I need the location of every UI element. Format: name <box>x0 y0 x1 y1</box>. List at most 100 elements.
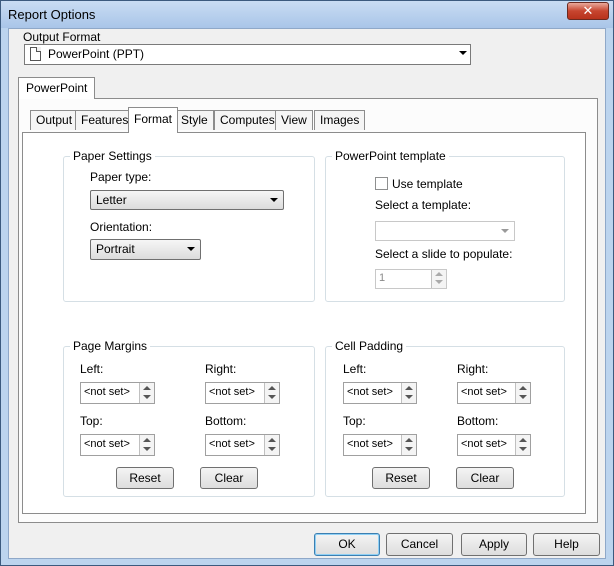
margin-right-value: <not set> <box>209 386 255 398</box>
margin-right-spin-buttons[interactable] <box>264 383 279 403</box>
powerpoint-template-title: PowerPoint template <box>332 149 449 163</box>
close-button[interactable]: ✕ <box>567 2 609 20</box>
padding-left-value: <not set> <box>347 386 393 398</box>
margin-bottom-spin-buttons[interactable] <box>264 435 279 455</box>
tab-computes[interactable]: Computes <box>214 110 281 130</box>
margin-right-stepper[interactable]: <not set> <box>205 382 280 404</box>
cell-padding-title: Cell Padding <box>332 339 407 353</box>
padding-bottom-value: <not set> <box>461 438 507 450</box>
arrow-up-icon <box>143 438 151 442</box>
arrow-up-icon <box>435 272 443 276</box>
orientation-label: Orientation: <box>90 220 153 234</box>
title-bar[interactable]: Report Options ✕ <box>1 1 613 28</box>
paper-type-select[interactable]: Letter <box>90 190 284 210</box>
arrow-down-icon <box>519 447 527 451</box>
close-icon: ✕ <box>582 3 594 18</box>
chevron-down-icon <box>270 198 278 202</box>
margin-bottom-stepper[interactable]: <not set> <box>205 434 280 456</box>
tab-view-label: View <box>281 113 307 127</box>
margin-top-label: Top: <box>80 414 103 428</box>
window-title: Report Options <box>8 7 96 22</box>
paper-type-value: Letter <box>96 193 127 207</box>
arrow-up-icon <box>519 438 527 442</box>
padding-right-spin-buttons[interactable] <box>515 383 530 403</box>
padding-left-spin-buttons[interactable] <box>401 383 416 403</box>
paper-settings-title: Paper Settings <box>70 149 155 163</box>
margins-reset-button[interactable]: Reset <box>116 467 174 489</box>
arrow-down-icon <box>268 395 276 399</box>
cell-padding-group: Cell Padding Left: <not set> Right: <not… <box>325 339 565 497</box>
tab-format[interactable]: Format <box>128 107 179 133</box>
ok-button[interactable]: OK <box>314 533 380 556</box>
margin-right-label: Right: <box>205 362 237 376</box>
paper-type-label: Paper type: <box>90 170 152 184</box>
output-format-select[interactable]: PowerPoint (PPT) <box>24 44 471 65</box>
padding-bottom-stepper[interactable]: <not set> <box>457 434 531 456</box>
chevron-down-icon <box>187 247 195 251</box>
page-margins-title: Page Margins <box>70 339 151 353</box>
arrow-down-icon <box>405 447 413 451</box>
tab-computes-label: Computes <box>220 113 275 127</box>
tab-style[interactable]: Style <box>175 110 214 130</box>
margin-left-spin-buttons[interactable] <box>139 383 154 403</box>
arrow-down-icon <box>143 447 151 451</box>
page-margins-group: Page Margins Left: <not set> Right: <not… <box>63 339 315 497</box>
padding-top-label: Top: <box>343 414 366 428</box>
document-icon <box>30 47 41 61</box>
arrow-down-icon <box>143 395 151 399</box>
padding-top-spin-buttons[interactable] <box>401 435 416 455</box>
select-slide-label: Select a slide to populate: <box>375 247 513 261</box>
margin-bottom-label: Bottom: <box>205 414 247 428</box>
padding-top-value: <not set> <box>347 438 393 450</box>
powerpoint-template-group: PowerPoint template Use template Select … <box>325 149 565 302</box>
padding-right-label: Right: <box>457 362 489 376</box>
padding-bottom-spin-buttons[interactable] <box>515 435 530 455</box>
arrow-down-icon <box>405 395 413 399</box>
tab-images-label: Images <box>320 113 360 127</box>
arrow-up-icon <box>268 438 276 442</box>
tab-features[interactable]: Features <box>75 110 135 130</box>
select-slide-value: 1 <box>379 272 386 284</box>
use-template-label: Use template <box>392 177 463 191</box>
margin-left-label: Left: <box>80 362 104 376</box>
margin-left-stepper[interactable]: <not set> <box>80 382 155 404</box>
arrow-down-icon <box>519 395 527 399</box>
dialog-client-area: Output Format PowerPoint (PPT) PowerPoin… <box>8 28 606 559</box>
tab-powerpoint-label: PowerPoint <box>26 81 88 95</box>
cancel-button[interactable]: Cancel <box>386 533 453 556</box>
margin-left-value: <not set> <box>84 386 130 398</box>
margin-bottom-value: <not set> <box>209 438 255 450</box>
margin-top-spin-buttons[interactable] <box>139 435 154 455</box>
select-slide-stepper[interactable]: 1 <box>375 269 447 289</box>
padding-reset-button[interactable]: Reset <box>372 467 430 489</box>
margin-top-value: <not set> <box>84 438 130 450</box>
tab-output-label: Output <box>36 113 73 127</box>
use-template-checkbox[interactable] <box>375 177 388 190</box>
padding-left-label: Left: <box>343 362 367 376</box>
padding-top-stepper[interactable]: <not set> <box>343 434 417 456</box>
margins-clear-button[interactable]: Clear <box>200 467 258 489</box>
slide-spin-buttons[interactable] <box>431 270 446 288</box>
margin-top-stepper[interactable]: <not set> <box>80 434 155 456</box>
arrow-up-icon <box>519 386 527 390</box>
arrow-down-icon <box>435 280 443 284</box>
padding-left-stepper[interactable]: <not set> <box>343 382 417 404</box>
padding-right-value: <not set> <box>461 386 507 398</box>
tab-powerpoint[interactable]: PowerPoint <box>18 77 96 99</box>
apply-button[interactable]: Apply <box>461 533 527 556</box>
tab-view[interactable]: View <box>275 110 313 130</box>
orientation-value: Portrait <box>96 242 135 256</box>
select-template-dropdown[interactable] <box>375 221 515 241</box>
tab-style-label: Style <box>181 113 208 127</box>
paper-settings-group: Paper Settings Paper type: Letter Orient… <box>63 149 315 302</box>
tab-images[interactable]: Images <box>314 110 366 130</box>
select-template-label: Select a template: <box>375 198 472 212</box>
tab-output[interactable]: Output <box>30 110 79 130</box>
report-options-window: Report Options ✕ Output Format PowerPoin… <box>0 0 614 566</box>
padding-clear-button[interactable]: Clear <box>456 467 514 489</box>
arrow-down-icon <box>268 447 276 451</box>
orientation-select[interactable]: Portrait <box>90 239 201 260</box>
padding-right-stepper[interactable]: <not set> <box>457 382 531 404</box>
help-button[interactable]: Help <box>533 533 600 556</box>
format-tab-panel: Paper Settings Paper type: Letter Orient… <box>22 132 586 514</box>
